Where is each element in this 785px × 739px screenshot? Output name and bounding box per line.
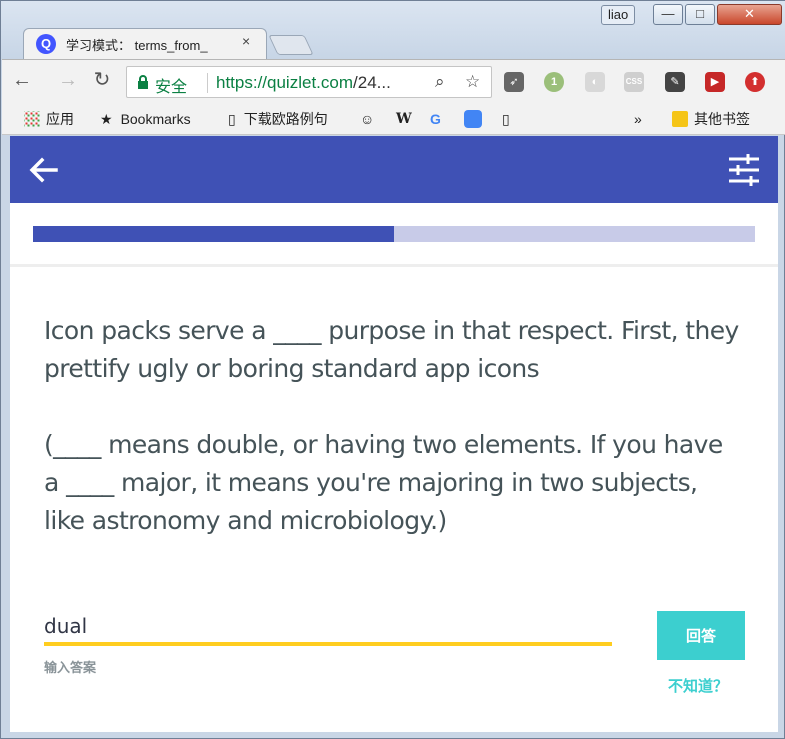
address-bar[interactable]: 安全 https://quizlet.com/24... ⌕ ☆ (126, 66, 492, 98)
upload-icon[interactable]: ⬆ (745, 72, 765, 92)
question-prompt: Icon packs serve a ____ purpose in that … (44, 316, 739, 535)
browser-toolbar: ← → ↻ 安全 https://quizlet.com/24... ⌕ ☆ ➶… (2, 59, 785, 103)
progress-bar-fill (33, 226, 394, 242)
other-bookmarks[interactable]: 其他书签 (672, 109, 750, 129)
page-icon: ▯ (228, 111, 236, 127)
maximize-button[interactable]: □ (685, 4, 715, 25)
answer-button[interactable]: 回答 (657, 611, 745, 660)
tab-close-icon[interactable]: × (242, 33, 250, 49)
sync-icon[interactable]: ◐ (585, 72, 605, 92)
css-icon[interactable]: CSS (624, 72, 644, 92)
tab-title: 学习模式： terms_from_ (66, 38, 208, 53)
folder-icon (672, 111, 688, 127)
app-header (10, 136, 778, 203)
blue-bookmark-icon[interactable] (464, 110, 482, 128)
star-icon: ★ (100, 111, 113, 127)
google-icon[interactable]: G (430, 109, 441, 129)
bookmark-download[interactable]: ▯ 下载欧路例句 (228, 109, 328, 129)
reload-icon[interactable]: ↻ (90, 69, 114, 93)
close-window-button[interactable]: ✕ (717, 4, 782, 25)
reddit-icon[interactable]: ☺ (360, 109, 374, 129)
answer-input-label: 输入答案 (44, 660, 97, 675)
divider (10, 264, 778, 267)
media-icon[interactable]: ▶ (705, 72, 725, 92)
title-bar: liao — □ ✕ Q 学习模式： terms_from_ × (1, 1, 785, 59)
answer-input[interactable] (44, 610, 612, 646)
options-sliders-icon[interactable] (726, 152, 762, 188)
apps-grid-icon (24, 111, 40, 127)
back-arrow-icon[interactable] (26, 152, 62, 188)
page-bookmark-icon[interactable]: ▯ (502, 109, 510, 129)
new-tab-button[interactable] (268, 35, 314, 55)
secure-label: 安全 (155, 79, 188, 96)
zoom-icon[interactable]: ⌕ (435, 72, 445, 92)
bookmark-bookmarks[interactable]: ★ Bookmarks (100, 109, 191, 129)
dont-know-link[interactable]: 不知道？ (668, 675, 728, 696)
profile-badge[interactable]: liao (601, 5, 636, 25)
extension-badge-icon[interactable]: 1 (544, 72, 564, 92)
bookmarks-bar: 应用 ★ Bookmarks ▯ 下载欧路例句 ☺ W G ▯ » 其他书签 (2, 103, 785, 135)
lock-icon (138, 75, 148, 89)
bookmark-star-icon[interactable]: ☆ (465, 72, 480, 92)
wikipedia-icon[interactable]: W (396, 109, 412, 129)
back-arrow-icon[interactable]: ← (10, 69, 34, 93)
rocket-icon[interactable]: ➶ (504, 72, 524, 92)
more-bookmarks-icon[interactable]: » (634, 109, 642, 129)
tab-quizlet[interactable]: Q 学习模式： terms_from_ × (23, 28, 267, 59)
forward-arrow-icon[interactable]: → (56, 69, 80, 93)
bookmark-apps[interactable]: 应用 (24, 109, 74, 129)
evernote-icon[interactable]: ✎ (665, 72, 685, 92)
browser-window: liao — □ ✕ Q 学习模式： terms_from_ × ← → ↻ 安… (0, 0, 785, 739)
quizlet-favicon-icon: Q (36, 34, 56, 54)
url-text[interactable]: https://quizlet.com/24... (216, 73, 391, 93)
quizlet-learn-page: Icon packs serve a ____ purpose in that … (10, 136, 778, 732)
progress-bar (33, 226, 755, 242)
minimize-button[interactable]: — (653, 4, 683, 25)
omnibox-divider (207, 73, 208, 93)
